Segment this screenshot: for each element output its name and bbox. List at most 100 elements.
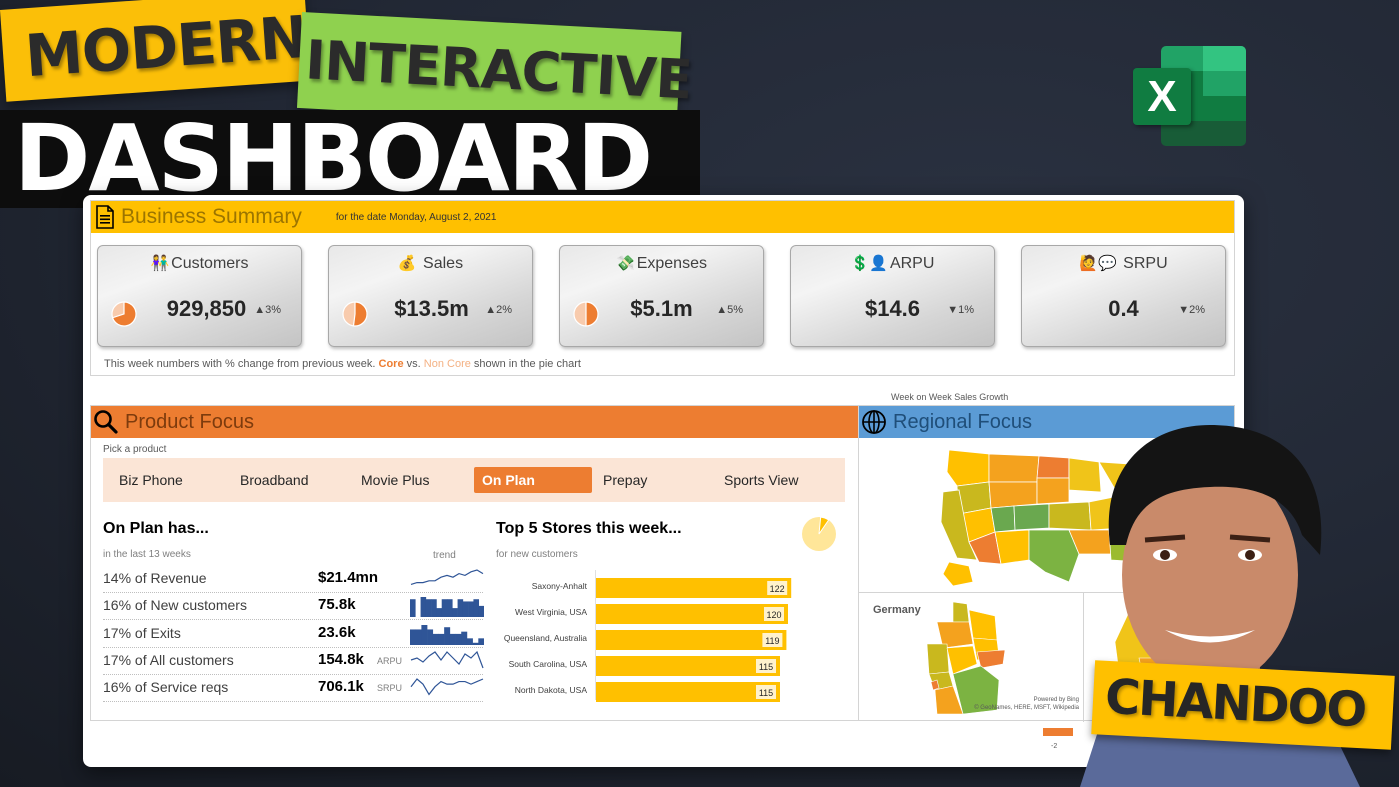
kpi-label: SRPU (1123, 255, 1168, 272)
raising-hand-speech-icon: 🙋💬 (1079, 255, 1117, 272)
banner-dashboard: DASHBOARD (0, 110, 700, 208)
sparkline-column (473, 599, 480, 618)
metric-value: $21.4mn (318, 569, 379, 586)
kpi-change: ▼2% (1178, 304, 1205, 316)
report-date: for the date Monday, August 2, 2021 (335, 211, 497, 223)
metric-label: 17% of All customers (103, 651, 234, 668)
kpi-card-arpu[interactable]: 💲👤 ARPU $14.6 ▼1% (790, 245, 995, 347)
bar[interactable] (596, 656, 780, 676)
note-text: This week numbers with % change from pre… (104, 358, 376, 370)
sparkline-column (410, 624, 484, 645)
sparkline-line (410, 569, 484, 585)
sparkline-column (427, 629, 434, 645)
metric-row: 17% of Exits 23.6k (103, 621, 484, 648)
kpi-card-sales[interactable]: 💰 Sales $13.5m ▲2% (328, 245, 533, 347)
metric-row: 14% of Revenue $21.4mn (103, 566, 484, 593)
sparkline-column (457, 599, 464, 618)
slicer-item-biz-phone[interactable]: Biz Phone (111, 467, 229, 493)
sparkline-line (410, 650, 484, 669)
bar-category-label: Saxony-Anhalt (532, 581, 588, 591)
bar-value-label: 115 (759, 662, 773, 672)
banner-modern: MODERN (0, 0, 311, 102)
note-suffix: shown in the pie chart (473, 358, 581, 370)
sparkline-column (468, 601, 474, 618)
bar-value-label: 115 (759, 688, 773, 698)
metric-label: 16% of New customers (103, 597, 247, 614)
sparkline-column (415, 629, 422, 645)
sparkline-column (449, 633, 456, 645)
sparkline-column (478, 606, 484, 618)
sparkline-column (410, 597, 484, 618)
sparkline-column (432, 633, 439, 645)
trend-column-label: trend (433, 550, 456, 561)
metric-label: 14% of Revenue (103, 570, 207, 586)
kpi-change: ▲2% (485, 304, 512, 316)
product-focus-header: Product Focus (91, 406, 858, 438)
summary-note: This week numbers with % change from pre… (104, 358, 581, 370)
kpi-label: Sales (423, 255, 464, 272)
sparkline-column (438, 633, 445, 645)
kpi-label: Customers (171, 255, 249, 272)
globe-icon (862, 410, 886, 434)
metric-label: 16% of Service reqs (103, 679, 229, 696)
sparkline-path (410, 650, 484, 669)
sparkline-column (420, 597, 427, 618)
note-core: Core (378, 358, 404, 370)
top5-subtitle: for new customers (496, 549, 578, 560)
germany-label: Germany (873, 604, 921, 616)
bar[interactable] (596, 604, 788, 624)
sparkline-column (478, 637, 484, 645)
bar[interactable] (596, 630, 787, 650)
top5-title: Top 5 Stores this week... (496, 520, 682, 537)
document-icon (96, 205, 114, 229)
bar[interactable] (596, 578, 792, 598)
sparkline-column (472, 642, 479, 645)
sparkline-column (461, 631, 468, 645)
bar-category-label: North Dakota, USA (515, 685, 588, 695)
bar[interactable] (596, 682, 780, 702)
kpi-card-expenses[interactable]: 💸 Expenses $5.1m ▲5% (559, 245, 764, 347)
sparkline-column (441, 599, 448, 618)
kpi-label: Expenses (636, 255, 707, 272)
metric-tag: SRPU (377, 683, 403, 694)
top5-share-pie (802, 516, 836, 551)
slicer-item-broadband[interactable]: Broadband (232, 467, 350, 493)
kpi-card-customers[interactable]: 👫 Customers 929,850 ▲3% (97, 245, 302, 347)
slicer-item-prepay[interactable]: Prepay (595, 467, 713, 493)
sparkline-path (410, 678, 484, 696)
product-summary-subtitle: in the last 13 weeks (103, 549, 191, 560)
product-slicer: Biz Phone Broadband Movie Plus On Plan P… (103, 458, 845, 502)
slicer-item-sports-view[interactable]: Sports View (716, 467, 834, 493)
metric-value: 23.6k (318, 623, 356, 641)
bar-category-label: Queensland, Australia (504, 633, 587, 643)
kpi-card-srpu[interactable]: 🙋💬 SRPU 0.4 ▼2% (1021, 245, 1226, 347)
slicer-item-on-plan[interactable]: On Plan (474, 467, 592, 493)
presenter-name-banner: CHANDOO (1091, 660, 1395, 750)
metric-value: 154.8k (318, 650, 364, 668)
bar-category-label: West Virginia, USA (515, 607, 587, 617)
sparkline-line (410, 678, 484, 696)
metric-row: 17% of All customers 154.8k ARPU (103, 648, 484, 675)
sparkline-column (462, 601, 469, 618)
sparkline-column (466, 637, 473, 645)
metric-label: 17% of Exits (103, 624, 181, 641)
top5-bar-chart: Saxony-Anhalt 122 West Virginia, USA 120 Que… (504, 570, 792, 702)
note-noncore: Non Core (423, 358, 471, 370)
kpi-change: ▲5% (716, 304, 743, 316)
sparkline-column (410, 599, 416, 618)
kpi-change: ▼1% (947, 304, 974, 316)
metric-value: 75.8k (318, 596, 356, 614)
business-summary-section: Business Summary for the date Monday, Au… (90, 200, 1235, 376)
slicer-item-movie-plus[interactable]: Movie Plus (353, 467, 471, 493)
sparkline-column (421, 624, 428, 645)
excel-x-letter: X (1133, 68, 1191, 125)
metric-value: 706.1k (318, 678, 364, 696)
bar-value-label: 120 (766, 610, 781, 620)
sparkline-column (431, 599, 437, 618)
business-summary-header: Business Summary for the date Monday, Au… (91, 201, 1234, 233)
sparkline-column (447, 599, 453, 618)
money-wings-icon: 💸 (616, 255, 635, 272)
business-summary-title: Business Summary (121, 205, 302, 228)
kpi-label: ARPU (889, 255, 935, 272)
product-summary-title: On Plan has... (103, 520, 209, 537)
